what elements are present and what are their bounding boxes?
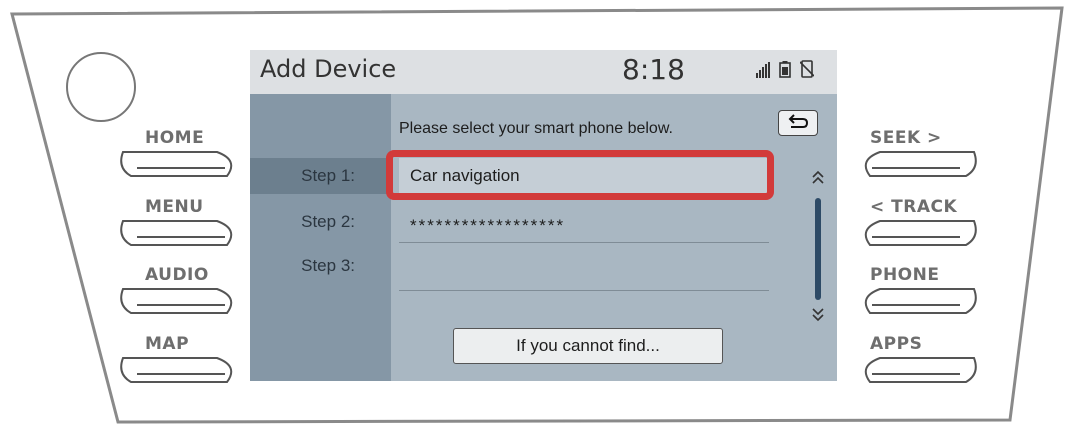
steps-sidebar: Step 1: Step 2: Step 3:: [250, 94, 391, 381]
scroll-down-icon[interactable]: [810, 304, 826, 326]
phone-button-shape: [864, 288, 977, 314]
map-button-shape: [120, 357, 233, 383]
home-button-shape: [120, 151, 233, 177]
instruction-text: Please select your smart phone below.: [399, 120, 673, 137]
battery-icon: [779, 61, 791, 78]
phone-button[interactable]: PHONE: [850, 265, 980, 325]
menu-button[interactable]: MENU: [117, 197, 247, 257]
menu-button-shape: [120, 220, 233, 246]
touchscreen: Add Device 8:18 Step 1: Step 2: Step 3: …: [250, 50, 837, 381]
audio-button[interactable]: AUDIO: [117, 265, 247, 325]
apps-button-shape: [864, 357, 977, 383]
menu-button-label: MENU: [145, 197, 204, 217]
back-button[interactable]: [778, 110, 818, 136]
track-button-label: < TRACK: [870, 197, 958, 217]
passkey-value: ******************: [410, 216, 566, 235]
seek-button-shape: [864, 151, 977, 177]
device-entry-panel: Please select your smart phone below. Ca…: [386, 94, 837, 381]
audio-button-shape: [120, 288, 233, 314]
scroll-up-icon[interactable]: [810, 168, 826, 190]
step-3: Step 3:: [250, 248, 391, 284]
apps-button-label: APPS: [870, 334, 923, 354]
status-bar: Add Device 8:18: [250, 50, 837, 94]
phone-button-label: PHONE: [870, 265, 940, 285]
power-volume-knob[interactable]: [66, 52, 136, 122]
track-button[interactable]: < TRACK: [850, 197, 980, 257]
no-phone-icon: [800, 60, 814, 78]
track-button-shape: [864, 220, 977, 246]
map-button[interactable]: MAP: [117, 334, 247, 394]
audio-button-label: AUDIO: [145, 265, 209, 285]
page-title: Add Device: [260, 55, 397, 83]
passkey-field[interactable]: ******************: [399, 206, 769, 243]
status-icons: [756, 60, 814, 78]
cannot-find-button[interactable]: If you cannot find...: [453, 328, 723, 364]
step-2-label: Step 2:: [301, 212, 355, 231]
scrollbar[interactable]: [809, 168, 825, 328]
signal-icon: [756, 62, 770, 78]
seek-button[interactable]: SEEK >: [850, 128, 980, 188]
step-2: Step 2:: [250, 204, 391, 240]
apps-button[interactable]: APPS: [850, 334, 980, 394]
step-1-label: Step 1:: [301, 166, 355, 185]
step-3-label: Step 3:: [301, 256, 355, 275]
home-button[interactable]: HOME: [117, 128, 247, 188]
empty-field[interactable]: [399, 254, 769, 291]
scroll-thumb[interactable]: [815, 198, 821, 300]
map-button-label: MAP: [145, 334, 190, 354]
step-1: Step 1:: [250, 158, 391, 194]
seek-button-label: SEEK >: [870, 128, 942, 148]
back-arrow-icon: [788, 114, 809, 128]
home-button-label: HOME: [145, 128, 205, 148]
highlight-box: [386, 150, 774, 200]
clock: 8:18: [622, 53, 685, 86]
